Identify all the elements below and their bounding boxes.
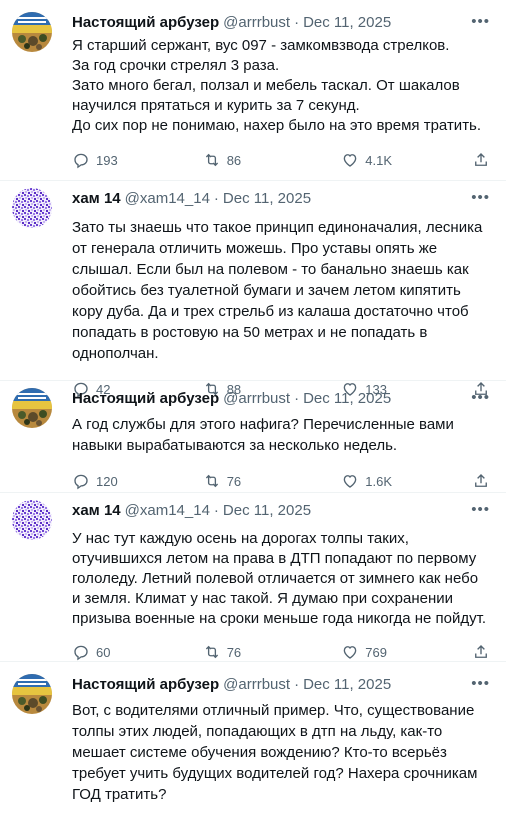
tweet-text: А год службы для этого нафига? Перечисле…: [72, 416, 454, 454]
reply-count: 60: [96, 644, 111, 660]
tweet-header: хам 14 @xam14_14 · Dec 11, 2025 •••: [72, 188, 490, 208]
user-handle[interactable]: @xam14_14: [125, 502, 210, 519]
repost-icon: [205, 645, 218, 659]
timestamp[interactable]: Dec 11, 2025: [223, 502, 311, 519]
user-handle[interactable]: @arrrbust: [223, 14, 290, 31]
tweet[interactable]: Настоящий арбузер @arrrbust · Dec 11, 20…: [0, 0, 506, 181]
timestamp[interactable]: Dec 11, 2025: [303, 676, 391, 693]
repost-count: 76: [226, 473, 242, 489]
like-button[interactable]: 1.6K: [341, 472, 472, 490]
flag-icon: [12, 674, 52, 714]
reply-count: 193: [96, 152, 118, 168]
tweet[interactable]: Настоящий арбузер @arrrbust · Dec 11, 20…: [0, 381, 506, 493]
separator: ·: [294, 389, 300, 407]
more-icon[interactable]: •••: [471, 674, 490, 694]
reply-count: 120: [96, 473, 118, 489]
separator: ·: [294, 13, 300, 31]
display-name[interactable]: хам 14: [72, 190, 121, 207]
reply-button[interactable]: 120: [72, 472, 203, 490]
share-button[interactable]: [472, 643, 490, 661]
repost-button[interactable]: 76: [203, 643, 342, 661]
reply-icon: [74, 474, 88, 490]
repost-count: 86: [226, 152, 242, 168]
reply-button[interactable]: 193: [72, 151, 203, 169]
share-button[interactable]: [472, 151, 490, 169]
more-icon[interactable]: •••: [471, 188, 490, 208]
like-button[interactable]: 4.1K: [341, 151, 472, 169]
more-icon[interactable]: •••: [471, 500, 490, 520]
timestamp[interactable]: Dec 11, 2025: [223, 190, 311, 207]
action-bar: 60 76 769: [72, 642, 490, 662]
user-handle[interactable]: @arrrbust: [223, 676, 290, 693]
share-button[interactable]: [472, 472, 490, 490]
tweet-text: Вот, с водителями отличный пример. Что, …: [72, 702, 478, 803]
flag-icon: [12, 388, 52, 428]
separator: ·: [213, 189, 219, 207]
repost-icon: [205, 474, 218, 488]
share-icon: [475, 474, 487, 487]
repost-icon: [205, 153, 218, 167]
avatar[interactable]: [12, 12, 52, 52]
tweet-text: Зато ты знаешь что такое принцип единона…: [72, 219, 483, 362]
noise-avatar: [12, 500, 52, 540]
action-bar: 193 86 4.1K: [72, 150, 490, 170]
timestamp[interactable]: Dec 11, 2025: [303, 14, 391, 31]
separator: ·: [294, 675, 300, 693]
share-icon: [475, 645, 487, 658]
action-bar: 120 76 1.6K: [72, 471, 490, 491]
heart-icon: [343, 646, 357, 659]
display-name[interactable]: Настоящий арбузер: [72, 390, 219, 407]
repost-count: 76: [226, 644, 242, 660]
user-handle[interactable]: @arrrbust: [223, 390, 290, 407]
avatar[interactable]: [12, 674, 52, 714]
display-name[interactable]: хам 14: [72, 502, 121, 519]
reply-icon: [74, 153, 88, 169]
like-count: 4.1K: [365, 152, 393, 168]
display-name[interactable]: Настоящий арбузер: [72, 676, 219, 693]
like-count: 769: [365, 644, 387, 660]
tweet-header: Настоящий арбузер @arrrbust · Dec 11, 20…: [72, 388, 490, 408]
tweet-header: Настоящий арбузер @arrrbust · Dec 11, 20…: [72, 674, 490, 694]
tweet[interactable]: Настоящий арбузер @arrrbust · Dec 11, 20…: [0, 662, 506, 818]
share-icon: [475, 153, 487, 166]
avatar[interactable]: [12, 500, 52, 540]
avatar[interactable]: [12, 188, 52, 228]
noise-avatar: [12, 188, 52, 228]
tweet-header: хам 14 @xam14_14 · Dec 11, 2025 •••: [72, 500, 490, 520]
flag-icon: [12, 12, 52, 52]
user-handle[interactable]: @xam14_14: [125, 190, 210, 207]
display-name[interactable]: Настоящий арбузер: [72, 14, 219, 31]
like-count: 1.6K: [365, 473, 393, 489]
tweet-header: Настоящий арбузер @arrrbust · Dec 11, 20…: [72, 12, 490, 32]
heart-icon: [343, 475, 357, 488]
timestamp[interactable]: Dec 11, 2025: [303, 390, 391, 407]
repost-button[interactable]: 76: [203, 472, 342, 490]
tweet[interactable]: хам 14 @xam14_14 · Dec 11, 2025 ••• Зато…: [0, 181, 506, 398]
more-icon[interactable]: •••: [471, 388, 490, 408]
feed: Настоящий арбузер @arrrbust · Dec 11, 20…: [0, 0, 506, 818]
like-button[interactable]: 769: [341, 643, 472, 661]
tweet-text: Я старший сержант, вус 097 - замкомвзвод…: [72, 37, 482, 134]
reply-icon: [74, 645, 88, 661]
more-icon[interactable]: •••: [471, 12, 490, 32]
repost-button[interactable]: 86: [203, 151, 342, 169]
separator: ·: [213, 501, 219, 519]
tweet[interactable]: хам 14 @xam14_14 · Dec 11, 2025 ••• У на…: [0, 493, 506, 662]
avatar[interactable]: [12, 388, 52, 428]
heart-icon: [343, 154, 357, 167]
reply-button[interactable]: 60: [72, 643, 203, 661]
tweet-text: У нас тут каждую осень на дорогах толпы …: [72, 530, 487, 627]
